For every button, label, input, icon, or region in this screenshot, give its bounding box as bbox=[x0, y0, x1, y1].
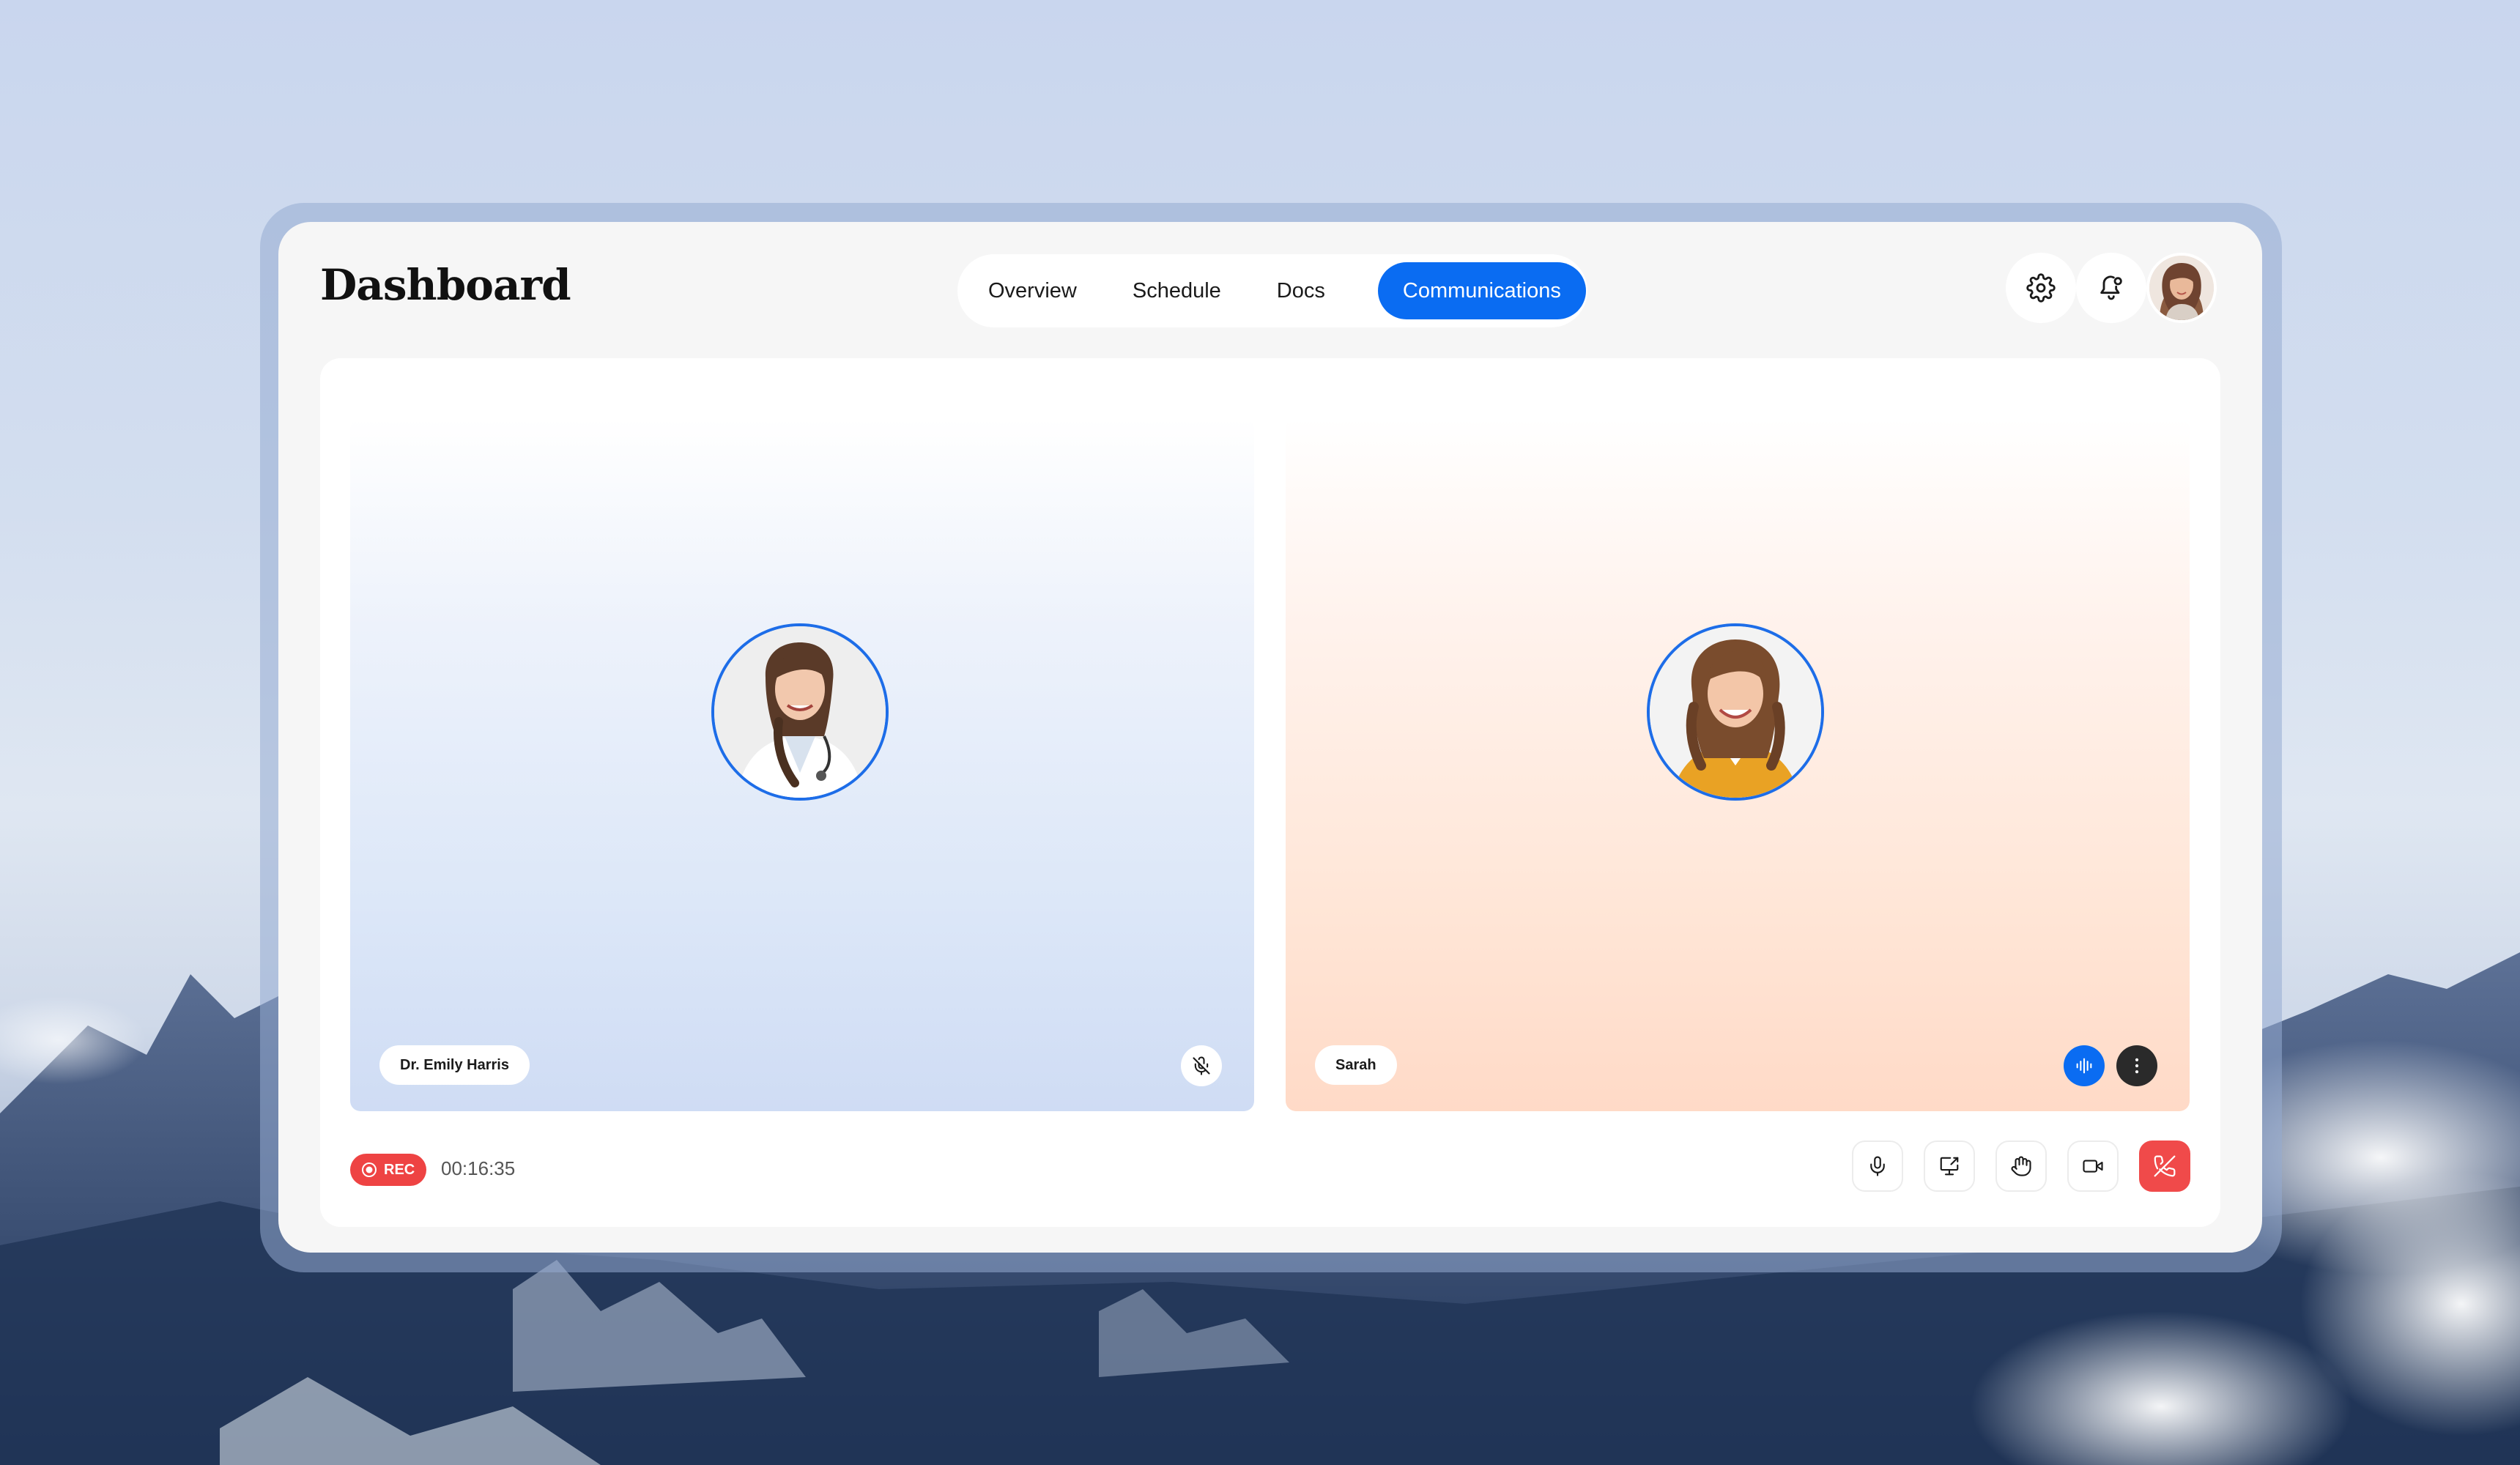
header-actions bbox=[2006, 253, 2217, 323]
participant-name-label: Sarah bbox=[1315, 1045, 1397, 1085]
screen-share-icon bbox=[1940, 1157, 1959, 1176]
call-control-bar: REC 00:16:35 bbox=[350, 1135, 2190, 1201]
call-timer: 00:16:35 bbox=[441, 1157, 516, 1179]
mic-muted-icon bbox=[1193, 1056, 1210, 1075]
settings-button[interactable] bbox=[2006, 253, 2076, 323]
record-icon bbox=[362, 1162, 377, 1177]
recording-badge: REC bbox=[350, 1154, 427, 1186]
top-nav: Overview Schedule Docs Communications bbox=[957, 254, 1587, 327]
participant-avatar bbox=[711, 623, 889, 801]
raise-hand-icon bbox=[2011, 1156, 2031, 1176]
user-avatar-photo bbox=[2149, 256, 2214, 320]
participant-photo-doctor bbox=[714, 626, 886, 798]
audio-wave-icon bbox=[2076, 1058, 2092, 1074]
tab-communications[interactable]: Communications bbox=[1377, 262, 1586, 319]
participant-photo-sarah bbox=[1650, 626, 1821, 798]
user-avatar[interactable] bbox=[2146, 253, 2217, 323]
end-call-button[interactable] bbox=[2139, 1141, 2190, 1192]
call-panel: Dr. Emily Harris Sarah REC 00:16:35 bbox=[320, 358, 2220, 1227]
participant-menu-button[interactable] bbox=[2116, 1045, 2157, 1086]
raise-hand-button[interactable] bbox=[1995, 1141, 2047, 1192]
participant-avatar bbox=[1647, 623, 1824, 801]
microphone-button[interactable] bbox=[1852, 1141, 1903, 1192]
camera-button[interactable] bbox=[2067, 1141, 2119, 1192]
app-window: Dashboard Overview Schedule Docs Communi… bbox=[278, 222, 2262, 1253]
settings-gear-icon bbox=[2026, 273, 2056, 303]
call-controls bbox=[1852, 1141, 2190, 1192]
page-title: Dashboard bbox=[320, 260, 571, 310]
speaking-indicator bbox=[2064, 1045, 2105, 1086]
microphone-icon bbox=[1870, 1156, 1885, 1176]
tab-docs[interactable]: Docs bbox=[1249, 262, 1353, 319]
participant-tile-dr-emily-harris[interactable]: Dr. Emily Harris bbox=[350, 418, 1254, 1111]
more-vertical-icon bbox=[2135, 1058, 2139, 1074]
end-call-icon bbox=[2154, 1155, 2176, 1177]
notification-bell-icon bbox=[2100, 275, 2122, 300]
recording-label: REC bbox=[384, 1161, 415, 1178]
screen-share-button[interactable] bbox=[1924, 1141, 1975, 1192]
mic-muted-indicator[interactable] bbox=[1181, 1045, 1222, 1086]
participant-tile-sarah[interactable]: Sarah bbox=[1286, 418, 2190, 1111]
participant-name-label: Dr. Emily Harris bbox=[379, 1045, 530, 1085]
notifications-button[interactable] bbox=[2076, 253, 2146, 323]
tab-schedule[interactable]: Schedule bbox=[1105, 262, 1249, 319]
tab-overview[interactable]: Overview bbox=[981, 262, 1105, 319]
video-camera-icon bbox=[2083, 1160, 2103, 1173]
